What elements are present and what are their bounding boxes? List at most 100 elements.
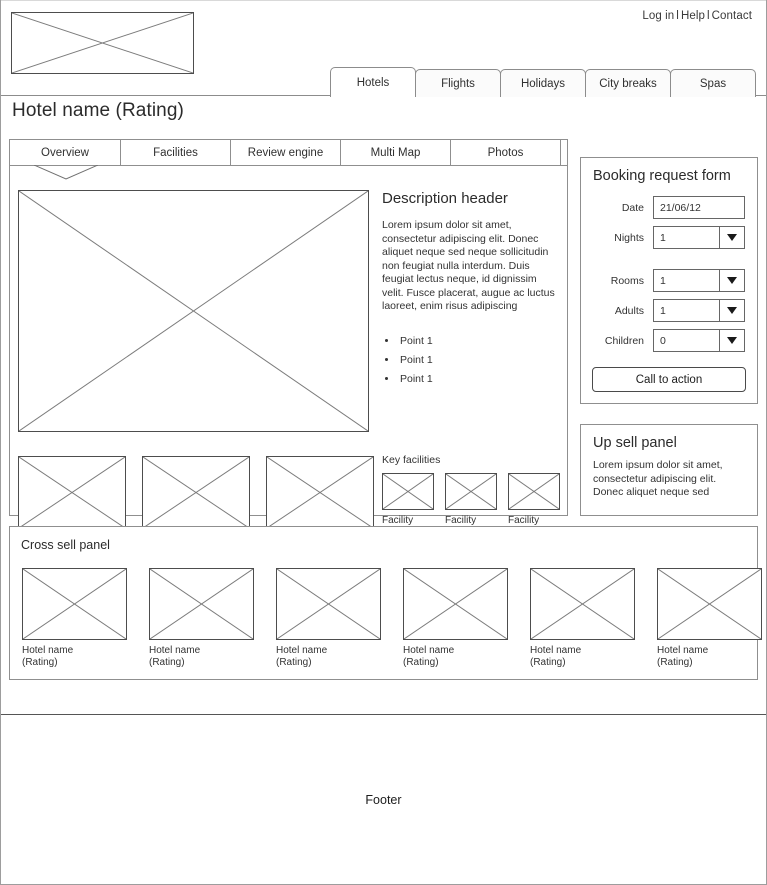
subtab-overview[interactable]: Overview	[10, 140, 121, 165]
hotel-cross-icon	[277, 569, 380, 639]
form-row-adults: Adults 1	[593, 299, 745, 322]
chevron-down-icon	[719, 270, 744, 291]
tab-flights[interactable]: Flights	[415, 69, 501, 97]
adults-label: Adults	[614, 304, 644, 317]
adults-select[interactable]: 1	[653, 299, 745, 322]
help-link[interactable]: Help	[681, 10, 705, 22]
facility-image-placeholder	[445, 473, 497, 510]
key-facilities-section: Key facilities Facility Facility Facilit…	[382, 454, 568, 526]
nights-label: Nights	[614, 231, 644, 244]
key-facilities-title: Key facilities	[382, 454, 441, 466]
list-item[interactable]: Hotel name (Rating)	[149, 568, 254, 668]
subtab-overview-label: Overview	[41, 146, 89, 159]
hotel-image-placeholder	[276, 568, 381, 640]
hotel-rating: (Rating)	[149, 656, 185, 668]
hotel-image-placeholder	[657, 568, 762, 640]
key-facility-item[interactable]: Facility	[445, 473, 497, 526]
form-row-rooms: Rooms 1	[593, 269, 745, 292]
rooms-select-value: 1	[660, 274, 666, 287]
facility-cross-icon	[383, 474, 433, 509]
hotel-name: Hotel name	[276, 645, 328, 656]
list-item[interactable]: Hotel name (Rating)	[403, 568, 508, 668]
list-item[interactable]: Hotel name (Rating)	[276, 568, 381, 668]
up-sell-body: Lorem ipsum dolor sit amet, consectetur …	[593, 459, 723, 498]
hotel-name: Hotel name	[530, 645, 582, 656]
facility-label: Facility	[382, 515, 414, 526]
hotel-image-placeholder	[149, 568, 254, 640]
subtab-multi-map[interactable]: Multi Map	[341, 140, 451, 165]
description-header: Description header	[382, 190, 508, 207]
thumbnail-cross-icon	[267, 457, 373, 528]
rooms-label: Rooms	[610, 274, 644, 287]
footer-label: Footer	[365, 792, 402, 807]
hotel-cross-icon	[404, 569, 507, 639]
booking-form-title: Booking request form	[593, 168, 731, 184]
subtab-facilities[interactable]: Facilities	[121, 140, 231, 165]
list-item: Point 1	[398, 370, 560, 389]
active-tab-baseline-gap	[331, 95, 415, 97]
up-sell-title: Up sell panel	[593, 435, 677, 451]
facility-cross-icon	[446, 474, 496, 509]
tab-flights-label: Flights	[441, 77, 475, 90]
hotel-cross-icon	[531, 569, 634, 639]
tab-holidays[interactable]: Holidays	[500, 69, 586, 97]
subtab-photos[interactable]: Photos	[451, 140, 561, 165]
form-row-nights: Nights 1	[593, 226, 745, 249]
date-input[interactable]: 21/06/12	[653, 196, 745, 219]
gallery-thumbnail-row	[18, 456, 374, 529]
adults-select-value: 1	[660, 304, 666, 317]
children-select[interactable]: 0	[653, 329, 745, 352]
sub-tab-bar: Overview Facilities Review engine Multi …	[10, 140, 567, 180]
gallery-thumbnail[interactable]	[142, 456, 250, 529]
description-bullet-list: Point 1 Point 1 Point 1	[382, 332, 560, 389]
wireframe-page: Log in l Help l Contact Hotels Flights Holid…	[0, 0, 767, 885]
form-row-children: Children 0	[593, 329, 745, 352]
call-to-action-button[interactable]: Call to action	[592, 367, 746, 392]
hotel-name: Hotel name	[149, 645, 201, 656]
tab-city-breaks[interactable]: City breaks	[585, 69, 671, 97]
contact-link[interactable]: Contact	[712, 10, 752, 22]
hotel-cross-icon	[658, 569, 761, 639]
tab-spas-label: Spas	[699, 77, 727, 90]
hotel-rating: (Rating)	[657, 656, 693, 668]
hotel-cross-icon	[150, 569, 253, 639]
hero-image-placeholder[interactable]	[18, 190, 369, 432]
tab-city-breaks-label: City breaks	[599, 77, 657, 90]
hotel-image-placeholder	[22, 568, 127, 640]
facility-label: Facility	[508, 515, 540, 526]
list-item: Point 1	[398, 351, 560, 370]
subtab-review-engine-label: Review engine	[247, 146, 324, 159]
list-item[interactable]: Hotel name (Rating)	[22, 568, 127, 668]
key-facility-item[interactable]: Facility	[508, 473, 560, 526]
page-title: Hotel name (Rating)	[12, 100, 184, 121]
description-body: Lorem ipsum dolor sit amet, consectetur …	[382, 219, 555, 312]
hero-cross-icon	[19, 191, 368, 431]
subtab-review-engine[interactable]: Review engine	[231, 140, 341, 165]
hotel-name: Hotel name	[657, 645, 709, 656]
login-link[interactable]: Log in	[642, 10, 674, 22]
booking-form-fields: Date 21/06/12 Nights 1 Rooms 1 Adults 1 …	[581, 196, 757, 352]
tab-hotels[interactable]: Hotels	[330, 67, 416, 97]
facility-label: Facility	[445, 515, 477, 526]
hotel-rating: (Rating)	[530, 656, 566, 668]
utility-links: Log in l Help l Contact	[642, 10, 752, 22]
logo-placeholder[interactable]	[11, 12, 194, 74]
tab-spas[interactable]: Spas	[670, 69, 756, 97]
key-facility-item[interactable]: Facility	[382, 473, 434, 526]
nights-select[interactable]: 1	[653, 226, 745, 249]
subtab-facilities-label: Facilities	[153, 146, 198, 159]
list-item[interactable]: Hotel name (Rating)	[657, 568, 762, 668]
cross-sell-title: Cross sell panel	[21, 538, 110, 552]
cross-sell-card-row: Hotel name (Rating) Hotel name (Rating)	[22, 568, 762, 668]
gallery-thumbnail[interactable]	[266, 456, 374, 529]
description-column: Description header Lorem ipsum dolor sit…	[382, 190, 560, 389]
gallery-thumbnail[interactable]	[18, 456, 126, 529]
call-to-action-label: Call to action	[635, 373, 703, 386]
cross-sell-panel: Cross sell panel Hotel name (Rating) Hot…	[9, 526, 762, 680]
children-label: Children	[604, 334, 644, 347]
rooms-select[interactable]: 1	[653, 269, 745, 292]
hotel-image-placeholder	[530, 568, 635, 640]
overview-content-panel: Overview Facilities Review engine Multi …	[9, 139, 568, 529]
list-item[interactable]: Hotel name (Rating)	[530, 568, 635, 668]
tab-hotels-label: Hotels	[356, 76, 390, 89]
